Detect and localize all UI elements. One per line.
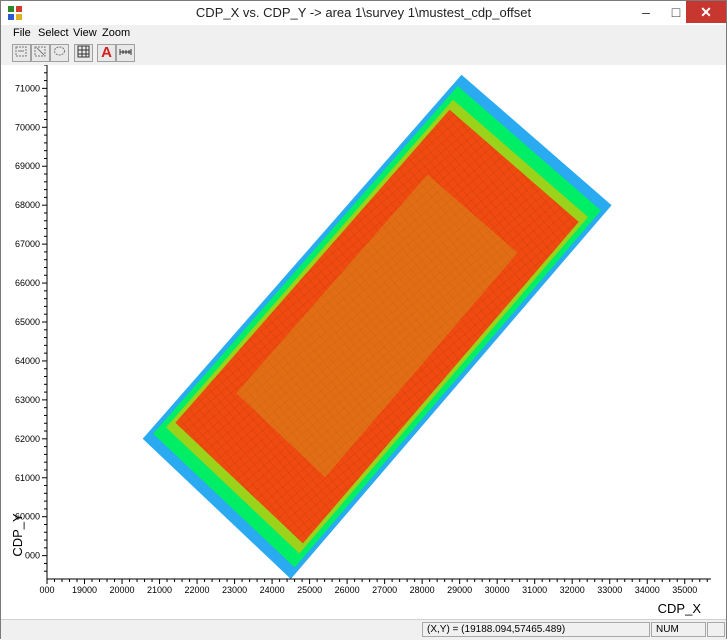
y-axis-title: CDP_Y	[10, 513, 25, 557]
x-tick-label: 35000	[672, 585, 697, 595]
y-tick-label: 66000	[15, 278, 40, 288]
app-window: CDP_X vs. CDP_Y -> area 1\survey 1\muste…	[0, 0, 727, 640]
status-spare-cell	[707, 622, 725, 637]
title-bar[interactable]: CDP_X vs. CDP_Y -> area 1\survey 1\muste…	[1, 1, 726, 26]
x-tick-label: 000	[39, 585, 54, 595]
toolbar: A	[1, 43, 726, 66]
x-tick-label: 21000	[147, 585, 172, 595]
y-tick-label: 70000	[15, 122, 40, 132]
y-tick-label: 61000	[15, 473, 40, 483]
x-tick-label: 29000	[447, 585, 472, 595]
menu-file[interactable]: File	[13, 27, 31, 39]
text-annotate-button[interactable]: A	[97, 44, 116, 62]
close-button[interactable]: ✕	[686, 1, 726, 23]
x-tick-label: 20000	[110, 585, 135, 595]
x-tick-label: 22000	[185, 585, 210, 595]
y-tick-label: 68000	[15, 200, 40, 210]
num-lock-indicator: NUM	[651, 622, 706, 637]
menu-bar: File Select View Zoom	[1, 25, 726, 43]
x-tick-label: 31000	[522, 585, 547, 595]
plot-area[interactable]: 000 19000 20000 21000 22000 23000 24000 25000 26…	[1, 65, 726, 619]
deselect-button[interactable]	[31, 44, 50, 62]
deselect-icon	[34, 46, 46, 57]
lasso-icon	[54, 46, 65, 56]
ruler-icon	[119, 49, 132, 55]
status-bar: (X,Y) = (19188.094,57465.489) NUM	[1, 619, 726, 640]
y-tick-label: 71000	[15, 83, 40, 93]
y-tick-label: 64000	[15, 356, 40, 366]
x-tick-label: 32000	[560, 585, 585, 595]
y-tick-label: 63000	[15, 395, 40, 405]
minimize-button[interactable]: –	[631, 1, 661, 23]
x-tick-label: 24000	[260, 585, 285, 595]
x-tick-label: 30000	[485, 585, 510, 595]
grid-button[interactable]	[74, 44, 93, 62]
x-tick-label: 25000	[297, 585, 322, 595]
y-tick-label: 000	[25, 551, 40, 561]
x-tick-label: 26000	[335, 585, 360, 595]
y-tick-label: 65000	[15, 317, 40, 327]
x-tick-label: 33000	[597, 585, 622, 595]
coordinate-readout: (X,Y) = (19188.094,57465.489)	[422, 622, 650, 637]
x-tick-label: 28000	[410, 585, 435, 595]
cdp-footprint	[142, 74, 612, 579]
select-box-icon	[15, 46, 27, 57]
fold-map-chart: 000 19000 20000 21000 22000 23000 24000 25000 26…	[10, 65, 711, 616]
menu-view[interactable]: View	[73, 27, 97, 39]
y-tick-label: 67000	[15, 239, 40, 249]
x-tick-label: 34000	[635, 585, 660, 595]
menu-select[interactable]: Select	[38, 27, 69, 39]
select-box-button[interactable]	[12, 44, 31, 62]
x-tick-label: 19000	[72, 585, 97, 595]
window-title: CDP_X vs. CDP_Y -> area 1\survey 1\muste…	[195, 5, 532, 20]
x-tick-label: 23000	[222, 585, 247, 595]
y-tick-label: 69000	[15, 161, 40, 171]
y-tick-label: 62000	[15, 434, 40, 444]
menu-zoom[interactable]: Zoom	[102, 27, 130, 39]
x-tick-label: 27000	[372, 585, 397, 595]
grid-icon	[77, 45, 90, 58]
x-axis-title: CDP_X	[658, 601, 702, 616]
lasso-button[interactable]	[50, 44, 69, 62]
ruler-button[interactable]	[116, 44, 135, 62]
